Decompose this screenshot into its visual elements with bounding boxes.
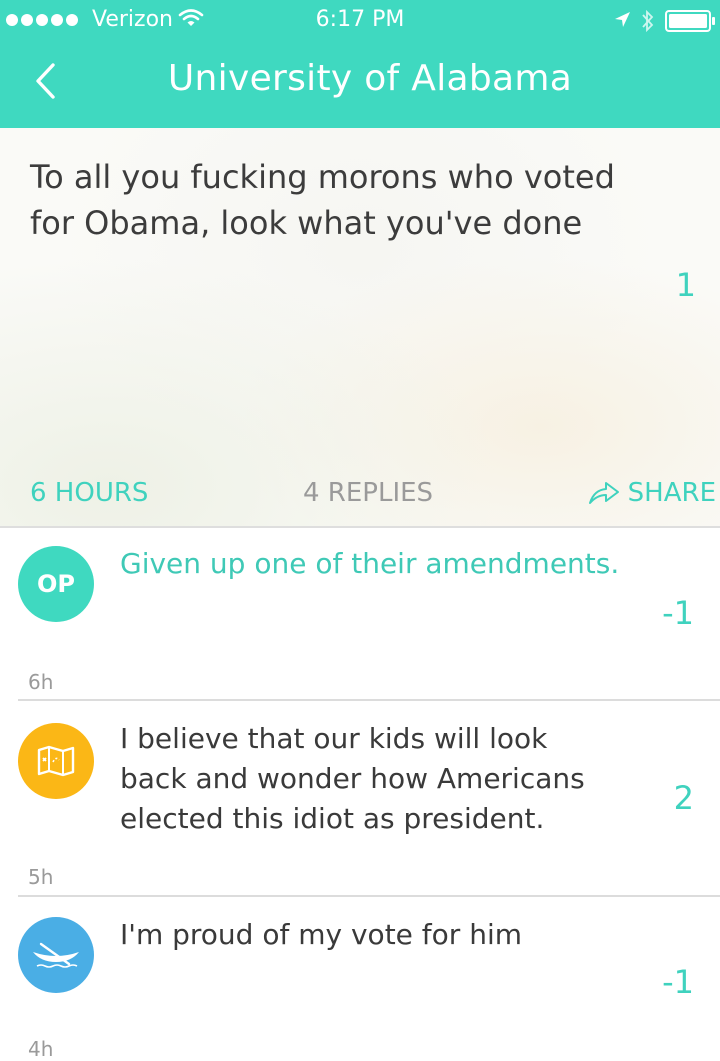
reply-vote-count: -1 <box>662 594 694 632</box>
reply-text: Given up one of their amendments. <box>120 547 620 580</box>
share-label: SHARE <box>627 478 716 508</box>
reply-item[interactable]: I'm proud of my vote for him -1 4h <box>0 897 720 1061</box>
original-post[interactable]: To all you fucking morons who voted for … <box>0 128 720 528</box>
status-bar: Verizon 6:17 PM <box>0 0 720 40</box>
page-title: University of Alabama <box>167 58 573 99</box>
user-avatar <box>18 917 94 993</box>
user-avatar <box>18 723 94 799</box>
reply-item[interactable]: OP Given up one of their amendments. -1 … <box>0 526 720 701</box>
reply-vote-count: 2 <box>673 779 694 817</box>
post-time: 6 HOURS <box>30 478 149 508</box>
location-arrow-icon <box>612 10 632 36</box>
op-badge-label: OP <box>37 570 75 598</box>
reply-item[interactable]: I believe that our kids will look back a… <box>0 701 720 897</box>
app-header: Verizon 6:17 PM University of Alabama <box>0 0 720 128</box>
post-reply-count: 4 REPLIES <box>303 478 434 508</box>
post-text: To all you fucking morons who voted for … <box>30 158 615 242</box>
reply-age: 6h <box>28 670 54 694</box>
post-vote-count: 1 <box>675 266 696 304</box>
reply-age: 4h <box>28 1037 54 1061</box>
canoe-icon <box>33 942 79 968</box>
reply-text: I believe that our kids will look back a… <box>120 722 585 835</box>
post-footer: 6 HOURS 4 REPLIES SHARE <box>0 478 720 512</box>
op-avatar: OP <box>18 546 94 622</box>
map-icon <box>37 745 75 777</box>
battery-icon <box>665 10 717 38</box>
share-arrow-icon <box>588 482 619 504</box>
share-button[interactable]: SHARE <box>588 478 716 508</box>
reply-text: I'm proud of my vote for him <box>120 918 522 951</box>
bluetooth-icon <box>640 8 656 40</box>
reply-vote-count: -1 <box>662 963 694 1001</box>
reply-age: 5h <box>28 865 54 889</box>
